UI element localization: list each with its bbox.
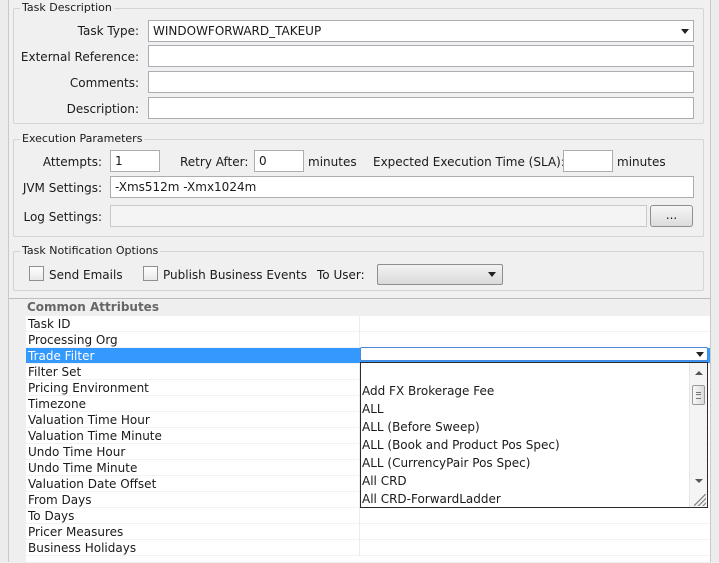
jvm-settings-label: JVM Settings: [22,181,102,195]
scroll-up-arrow-icon[interactable] [695,371,703,375]
trade-filter-dropdown-list[interactable]: Add FX Brokerage Fee ALL ALL (Before Swe… [360,362,708,508]
external-reference-label: External Reference: [20,50,139,64]
jvm-settings-field[interactable]: -Xms512m -Xmx1024m [110,176,694,198]
task-type-value: WINDOWFORWARD_TAKEUP [153,24,322,38]
column-divider [359,508,360,524]
description-field[interactable] [148,97,694,119]
dropdown-option[interactable]: ALL [362,400,687,418]
window-frame-right [710,0,719,562]
property-name: Timezone [28,397,86,411]
window-frame-left [0,0,9,562]
sla-field[interactable] [563,150,613,172]
property-name: To Days [28,509,75,523]
chevron-down-icon [681,29,689,34]
property-name: Task ID [28,317,71,331]
column-divider [359,524,360,540]
task-type-label: Task Type: [77,24,139,38]
property-row-task-id[interactable]: Task ID [26,316,710,332]
retry-after-label: Retry After: [180,155,249,169]
task-description-legend: Task Description [20,1,114,14]
comments-field[interactable] [148,71,694,93]
to-user-label: To User: [317,268,365,282]
dropdown-scrollbar[interactable] [689,363,707,507]
property-row-pricer-measures[interactable]: Pricer Measures [26,524,710,540]
property-name: Valuation Date Offset [28,477,157,491]
publish-business-events-label[interactable]: Publish Business Events [163,268,307,282]
retry-units-label: minutes [308,155,357,169]
property-name: Business Holidays [28,541,137,555]
property-name: Valuation Time Hour [28,413,150,427]
scrollbar-thumb[interactable] [692,385,705,405]
property-name: Pricer Measures [28,525,124,539]
category-label: Common Attributes [27,300,159,314]
description-label: Description: [66,102,139,116]
log-settings-field [110,205,647,227]
property-row-business-holidays[interactable]: Business Holidays [26,540,710,556]
dropdown-option[interactable]: All CRD-ForwardLadder [362,490,687,508]
sla-units-label: minutes [617,155,666,169]
to-user-combo[interactable] [377,264,503,285]
property-name: Filter Set [28,365,82,379]
external-reference-field[interactable] [148,45,694,67]
dropdown-option[interactable]: ALL (Book and Product Pos Spec) [362,436,687,454]
task-type-combo[interactable]: WINDOWFORWARD_TAKEUP [148,20,694,42]
execution-parameters-legend: Execution Parameters [20,132,145,145]
property-name: Processing Org [28,333,118,347]
notification-legend: Task Notification Options [20,244,161,257]
chevron-down-icon [488,272,496,277]
column-divider [359,316,360,332]
dropdown-option-empty[interactable] [362,364,687,382]
property-row-processing-org[interactable]: Processing Org [26,332,710,348]
trade-filter-combo[interactable] [360,347,708,361]
send-emails-checkbox[interactable] [29,266,44,281]
chevron-down-icon[interactable] [696,352,704,357]
comments-label: Comments: [69,76,139,90]
property-name: Trade Filter [28,349,95,363]
property-name: Undo Time Minute [28,461,138,475]
dropdown-option[interactable]: ALL (Before Sweep) [362,418,687,436]
category-header[interactable]: Common Attributes [9,299,710,316]
attempts-field[interactable]: 1 [110,150,160,172]
dropdown-option[interactable]: All CRD [362,472,687,490]
log-settings-label: Log Settings: [23,210,102,224]
column-divider [359,332,360,348]
attempts-label: Attempts: [42,155,102,169]
scroll-down-arrow-icon[interactable] [695,479,703,483]
grid-gutter [9,299,26,563]
property-name: Valuation Time Minute [28,429,162,443]
log-settings-browse-button[interactable]: ... [650,205,693,227]
resize-grip-icon[interactable] [694,494,706,506]
dropdown-option[interactable]: Add FX Brokerage Fee [362,382,687,400]
retry-after-field[interactable]: 0 [254,150,304,172]
publish-business-events-checkbox[interactable] [143,266,158,281]
sla-label: Expected Execution Time (SLA): [373,155,565,169]
property-name: From Days [28,493,92,507]
property-name: Undo Time Hour [28,445,126,459]
property-row-to-days[interactable]: To Days [26,508,710,524]
property-name: Pricing Environment [28,381,149,395]
dropdown-option[interactable]: ALL (CurrencyPair Pos Spec) [362,454,687,472]
send-emails-label[interactable]: Send Emails [49,268,123,282]
column-divider [359,540,360,556]
